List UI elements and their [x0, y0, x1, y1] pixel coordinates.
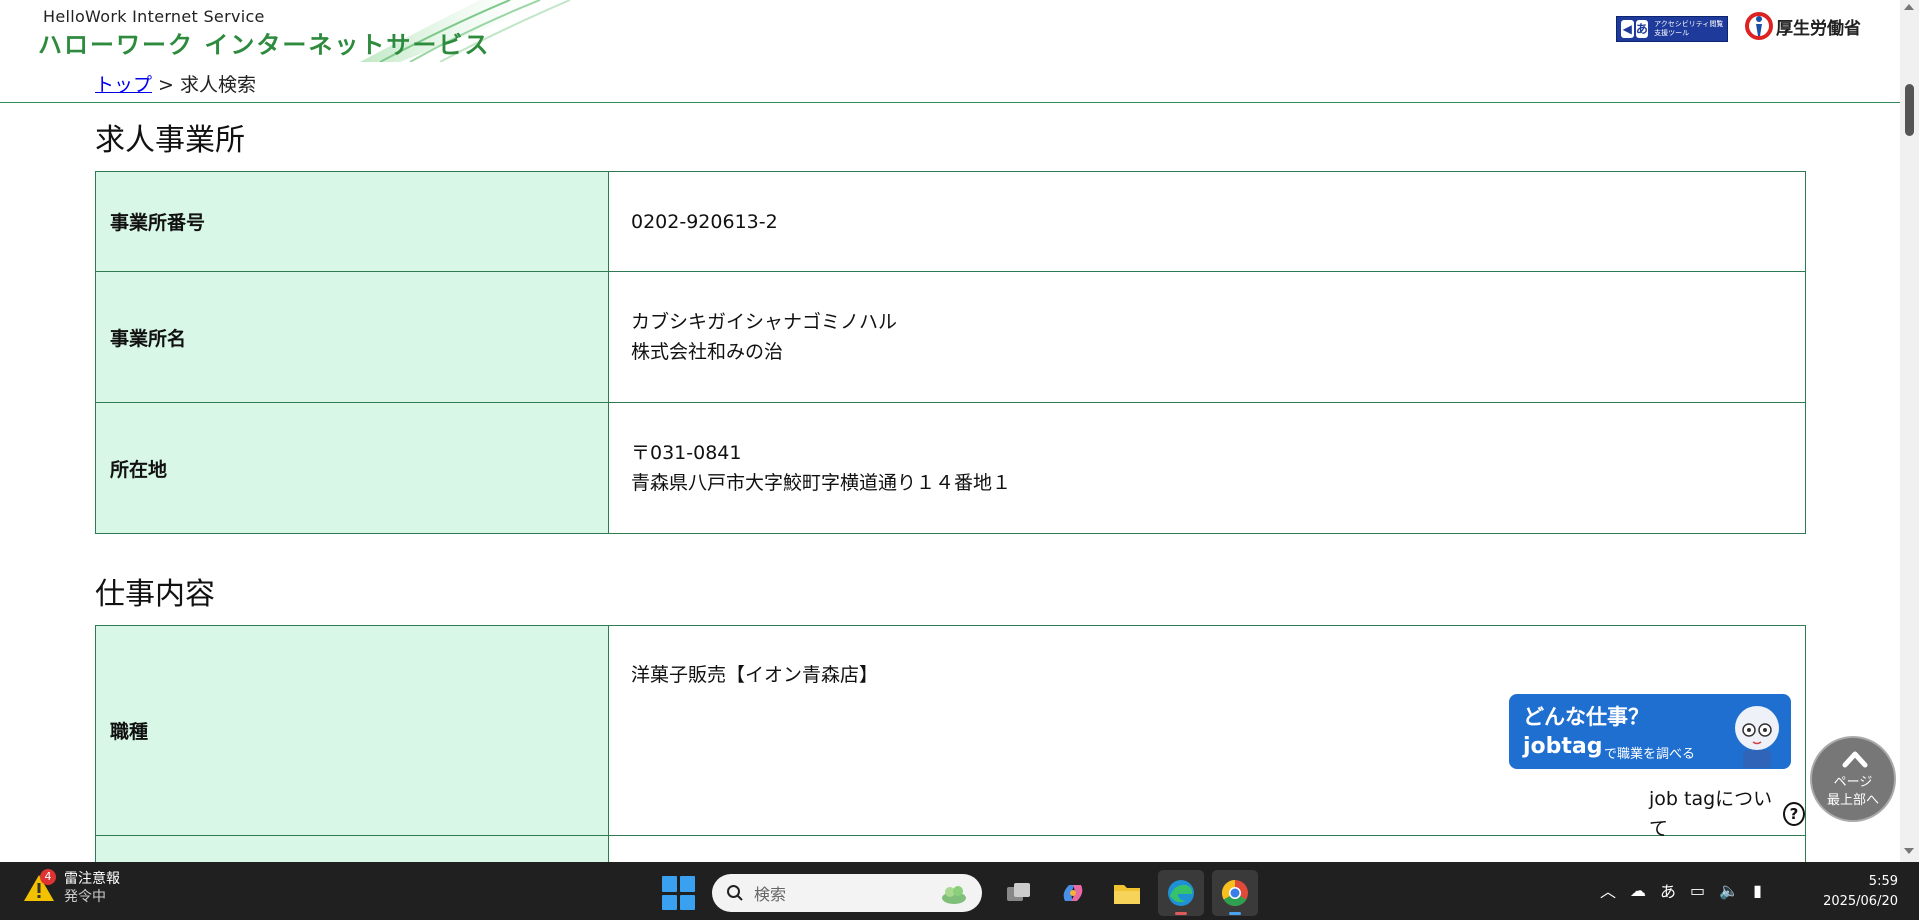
search-highlight-icon: [942, 886, 966, 904]
windows-start-icon[interactable]: [662, 876, 696, 910]
search-placeholder: 検索: [754, 885, 787, 904]
postal-code: 〒031-0841: [631, 442, 742, 464]
mhlw-emblem-icon: [1745, 12, 1773, 40]
jobtag-banner-subtext: で職業を調べる: [1604, 747, 1696, 762]
breadcrumb-current: 求人検索: [180, 74, 257, 96]
row-label-office-name: 事業所名: [95, 271, 609, 403]
street-address: 青森県八戸市大字鮫町字横道通り１４番地１: [631, 472, 1012, 494]
table-row: 事業所番号 0202-920613-2: [95, 171, 1806, 272]
page-top-label: ページ 最上部へ: [1812, 774, 1894, 810]
task-view-icon[interactable]: [996, 870, 1042, 916]
ime-indicator[interactable]: あ: [1660, 878, 1676, 902]
occupation-name: 洋菓子販売【イオン青森店】: [631, 664, 879, 686]
breadcrumb: トップ > 求人検索: [95, 70, 256, 97]
mhlw-name: 厚生労働省: [1776, 18, 1861, 39]
jobtag-brand: jobtag: [1523, 734, 1603, 759]
windows-taskbar: 4 雷注意報 発令中 検索 ︿ ☁ あ ▭ 🔈 ▮ 5:59 2025/06/2…: [0, 862, 1919, 920]
site-header: HelloWork Internet Service ハローワーク インターネッ…: [0, 0, 1900, 96]
jobtag-about-label: job tagについて: [1649, 788, 1773, 840]
section-title-office: 求人事業所: [95, 123, 245, 158]
chrome-browser-icon[interactable]: [1212, 870, 1258, 916]
jobtag-about-link[interactable]: job tagについて ?: [1649, 784, 1805, 844]
chevron-up-tray-icon[interactable]: ︿: [1600, 878, 1616, 902]
table-row: 職種 洋菓子販売【イオン青森店】 どんな仕事？ jobtag で職業を調べる j…: [95, 625, 1806, 840]
warning-icon: 4: [22, 869, 56, 905]
page-top-label-line1: ページ: [1833, 775, 1873, 790]
accessibility-tool-button[interactable]: ◀ あ アクセシビリティ閲覧支援ツール: [1616, 16, 1728, 42]
copilot-icon[interactable]: [1050, 870, 1096, 916]
weather-subtitle: 発令中: [64, 889, 106, 905]
weather-text: 雷注意報 発令中: [64, 870, 120, 906]
network-icon[interactable]: ▭: [1690, 881, 1705, 900]
help-icon: ?: [1782, 802, 1805, 826]
scrollbar-thumb[interactable]: [1905, 84, 1914, 136]
office-name-kanji: 株式会社和みの治: [631, 341, 784, 363]
battery-icon[interactable]: ▮: [1753, 881, 1762, 900]
breadcrumb-separator: >: [152, 74, 181, 96]
clock-date: 2025/06/20: [1823, 894, 1898, 909]
job-info-table: 職種 洋菓子販売【イオン青森店】 どんな仕事？ jobtag で職業を調べる j…: [95, 625, 1806, 876]
row-label-address: 所在地: [95, 402, 609, 534]
row-label-office-number: 事業所番号: [95, 171, 609, 272]
office-name-kana: カブシキガイシャナゴミノハル: [631, 311, 898, 333]
search-icon: [727, 885, 743, 901]
accessibility-tool-label: アクセシビリティ閲覧支援ツール: [1654, 20, 1724, 37]
weather-title: 雷注意報: [64, 871, 120, 887]
row-value-office-name: カブシキガイシャナゴミノハル 株式会社和みの治: [608, 271, 1806, 403]
row-label-occupation: 職種: [95, 625, 609, 836]
active-indicator: [1229, 912, 1241, 915]
header-divider: [0, 102, 1900, 103]
row-value-occupation: 洋菓子販売【イオン青森店】 どんな仕事？ jobtag で職業を調べる job …: [608, 625, 1806, 840]
logo-english: HelloWork Internet Service: [43, 7, 265, 26]
section-title-job: 仕事内容: [95, 577, 215, 612]
jobtag-mascot-icon: [1735, 706, 1779, 768]
hiragana-a-icon: あ: [1635, 20, 1649, 38]
jobtag-banner-headline: どんな仕事？: [1523, 705, 1649, 729]
breadcrumb-top-link[interactable]: トップ: [95, 74, 152, 96]
taskbar-clock[interactable]: 5:59 2025/06/20: [1818, 872, 1898, 912]
page-top-label-line2: 最上部へ: [1826, 793, 1879, 808]
weather-widget[interactable]: 4 雷注意報 発令中: [22, 869, 120, 906]
active-indicator: [1175, 912, 1187, 915]
clock-time: 5:59: [1868, 874, 1898, 889]
row-value-office-number: 0202-920613-2: [608, 171, 1806, 272]
page-top-button[interactable]: ページ 最上部へ: [1810, 736, 1896, 822]
taskbar-center: 検索: [662, 870, 1266, 916]
system-tray: ︿ ☁ あ ▭ 🔈 ▮: [1600, 878, 1762, 902]
volume-icon[interactable]: 🔈: [1719, 881, 1739, 900]
chevron-up-icon: [1842, 751, 1868, 768]
cloud-icon[interactable]: ☁: [1630, 881, 1646, 900]
office-info-table: 事業所番号 0202-920613-2 事業所名 カブシキガイシャナゴミノハル …: [95, 171, 1806, 534]
file-explorer-icon[interactable]: [1104, 870, 1150, 916]
speaker-icon: ◀: [1621, 20, 1634, 38]
scroll-up-arrow-icon[interactable]: [1904, 4, 1914, 10]
vertical-scrollbar[interactable]: [1900, 0, 1919, 862]
table-row: 所在地 〒031-0841 青森県八戸市大字鮫町字横道通り１４番地１: [95, 402, 1806, 534]
notification-badge: 4: [40, 869, 56, 885]
table-row: 事業所名 カブシキガイシャナゴミノハル 株式会社和みの治: [95, 271, 1806, 403]
taskbar-search-box[interactable]: 検索: [712, 874, 982, 912]
logo-japanese[interactable]: ハローワーク インターネットサービス: [38, 25, 490, 60]
edge-browser-icon[interactable]: [1158, 870, 1204, 916]
scroll-down-arrow-icon[interactable]: [1904, 848, 1914, 854]
mhlw-logo[interactable]: 厚生労働省: [1744, 10, 1861, 42]
jobtag-banner-link[interactable]: どんな仕事？ jobtag で職業を調べる: [1509, 694, 1791, 769]
row-value-address: 〒031-0841 青森県八戸市大字鮫町字横道通り１４番地１: [608, 402, 1806, 534]
